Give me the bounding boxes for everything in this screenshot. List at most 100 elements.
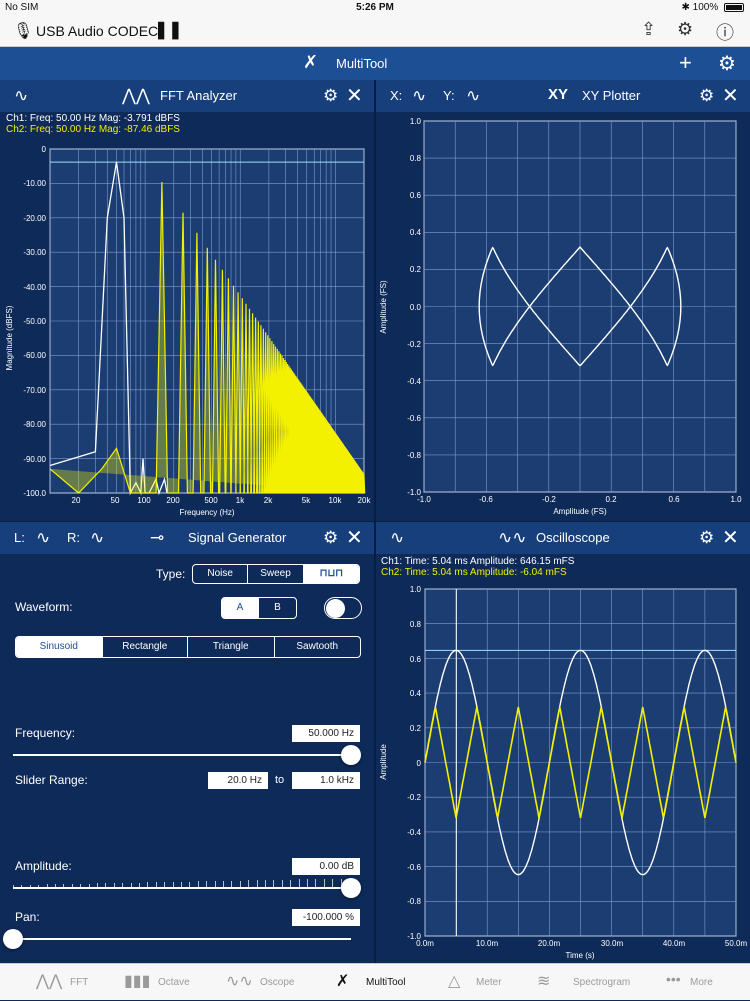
fft-settings-icon[interactable]: ⚙ (323, 86, 338, 106)
range-min-field[interactable]: 20.0 Hz (208, 772, 268, 789)
waveform-b[interactable]: B (259, 598, 296, 618)
info-icon[interactable]: ⓘ (716, 19, 734, 45)
tick-label: -0.2 (407, 793, 421, 802)
tick-label: 0.8 (410, 154, 422, 163)
fft-readout: Ch1: Freq: 50.00 Hz Mag: -3.791 dBFS Ch2… (6, 113, 180, 135)
pause-button[interactable]: ❚❚ (154, 20, 183, 40)
type-sweep[interactable]: Sweep (248, 565, 304, 583)
type-label: Type: (156, 567, 186, 581)
settings-gear-icon[interactable]: ⚙ (677, 19, 693, 40)
xy-title: XY Plotter (582, 88, 641, 103)
tick-label: 500 (204, 496, 218, 505)
xy-close-icon[interactable]: ✕ (722, 83, 739, 108)
scope-plot[interactable]: Amplitude Time (s) 1.0 0.8 0.6 0.4 0.2 0… (376, 580, 750, 963)
tick-label: 100 (137, 496, 151, 505)
frequency-slider-knob[interactable] (341, 745, 361, 765)
siggen-close-icon[interactable]: ✕ (346, 525, 363, 550)
fft-y-ticks: 0 -10.00 -20.00 -30.00 -40.00 -50.00 -60… (23, 145, 46, 498)
fft-ylabel: Magnitude (dBFS) (5, 305, 14, 370)
fft-tab-icon: ⋀⋀ (36, 973, 63, 990)
shape-rectangle[interactable]: Rectangle (103, 637, 188, 657)
status-bar: No SIM 5:26 PM ✱ 100% (0, 0, 750, 16)
tab-more-label: More (690, 977, 713, 988)
amplitude-field[interactable]: 0.00 dB (292, 858, 360, 875)
waveform-ab-selector[interactable]: A B (221, 597, 297, 619)
scope-ch2-readout: Ch2: Time: 5.04 ms Amplitude: -6.04 mFS (381, 567, 567, 578)
microphone-icon[interactable]: 🎙 (13, 21, 33, 41)
more-tab-icon: ••• (666, 971, 681, 987)
fft-panel-header: ∿ ⋀⋀ FFT Analyzer ⚙ ✕ (0, 80, 374, 112)
tick-label: -80.00 (23, 420, 46, 429)
frequency-slider-track[interactable] (13, 754, 351, 756)
scope-settings-icon[interactable]: ⚙ (699, 528, 714, 548)
fft-plot[interactable]: Magnitude (dBFS) Frequency (Hz) 0 -10.00… (0, 138, 374, 521)
scope-ylabel: Amplitude (379, 744, 388, 780)
battery-percent: 100% (692, 2, 719, 13)
tick-label: 0.8 (410, 620, 422, 629)
y-input-icon[interactable]: ∿ (466, 86, 480, 106)
tick-label: 50.0m (725, 939, 748, 948)
pan-field[interactable]: -100.000 % (292, 909, 360, 926)
scope-readout: Ch1: Time: 5.04 ms Amplitude: 646.15 mFS… (381, 556, 574, 578)
input-waveform-icon[interactable]: ∿ (14, 86, 28, 106)
tick-label: 0.6 (410, 655, 422, 664)
share-icon[interactable]: ⇪ (641, 19, 656, 40)
waveform-toggle[interactable] (324, 597, 362, 619)
tab-multitool-label: MultiTool (366, 977, 406, 988)
shape-selector[interactable]: Sinusoid Rectangle Triangle Sawtooth (15, 636, 361, 658)
tick-label: -0.2 (542, 495, 556, 504)
siggen-settings-icon[interactable]: ⚙ (323, 528, 338, 548)
octave-tab-icon: ▮▮▮ (124, 973, 151, 990)
tick-label: 0.4 (410, 228, 422, 237)
xy-plot[interactable]: Amplitude (FS) Amplitude (FS) 1.0 0.8 0.… (376, 112, 750, 521)
tick-label: 0.0m (416, 939, 434, 948)
clock-label: 5:26 PM (356, 2, 394, 13)
scope-title: Oscilloscope (536, 530, 610, 545)
spectrogram-tab-icon: ≋ (537, 973, 551, 990)
tick-label: -60.00 (23, 351, 46, 360)
pan-slider-track[interactable] (13, 938, 351, 940)
tab-bar: ⋀⋀ FFT ▮▮▮ Octave ∿∿ Oscope ✗ MultiTool … (0, 963, 750, 1000)
amplitude-slider-track[interactable] (13, 887, 351, 889)
tick-label: 2k (264, 496, 273, 505)
vertical-divider (374, 80, 376, 963)
add-panel-button[interactable]: + (679, 50, 692, 76)
tick-label: 1.0 (410, 585, 422, 594)
xy-icon: XY (548, 86, 569, 103)
oscilloscope-icon: ∿∿ (498, 528, 527, 547)
tab-fft-label: FFT (70, 977, 89, 988)
amplitude-slider-knob[interactable] (341, 878, 361, 898)
siggen-panel-header: L: ∿ R: ∿ ⊸ Signal Generator ⚙ ✕ (0, 522, 374, 554)
xy-settings-icon[interactable]: ⚙ (699, 86, 714, 106)
range-to-label: to (275, 774, 285, 786)
signal-generator-icon: ⊸ (150, 528, 165, 547)
shape-sinusoid[interactable]: Sinusoid (16, 637, 103, 657)
siggen-right-label: R: (67, 530, 80, 545)
left-output-icon[interactable]: ∿ (36, 528, 50, 548)
right-output-icon[interactable]: ∿ (90, 528, 104, 548)
frequency-field[interactable]: 50.000 Hz (292, 725, 360, 742)
tick-label: 40.0m (663, 939, 686, 948)
tab-octave-label: Octave (158, 977, 190, 988)
shape-triangle[interactable]: Triangle (188, 637, 275, 657)
pan-slider-knob[interactable] (3, 929, 23, 949)
toolbar-gear-icon[interactable]: ⚙ (718, 51, 736, 76)
type-waveform-icon[interactable]: ⊓⊔⊓ (303, 565, 359, 583)
battery-icon (724, 2, 744, 12)
type-selector[interactable]: Noise Sweep ⊓⊔⊓ (192, 564, 360, 584)
tick-label: 1.0 (410, 117, 422, 126)
xy-ylabel: Amplitude (FS) (379, 280, 388, 334)
multitool-icon: ✗ (303, 52, 319, 72)
device-name[interactable]: USB Audio CODEC (36, 23, 158, 39)
xy-y-ticks: 1.0 0.8 0.6 0.4 0.2 0.0 -0.2 -0.4 -0.6 -… (407, 117, 421, 497)
tick-label: 0 (417, 759, 422, 768)
waveform-a[interactable]: A (222, 598, 260, 618)
fft-close-icon[interactable]: ✕ (346, 83, 363, 108)
x-input-icon[interactable]: ∿ (412, 86, 426, 106)
shape-sawtooth[interactable]: Sawtooth (275, 637, 361, 657)
tick-label: -0.2 (407, 340, 421, 349)
range-max-field[interactable]: 1.0 kHz (292, 772, 360, 789)
scope-input-icon[interactable]: ∿ (390, 528, 404, 548)
type-noise[interactable]: Noise (193, 565, 249, 583)
scope-close-icon[interactable]: ✕ (722, 525, 739, 550)
